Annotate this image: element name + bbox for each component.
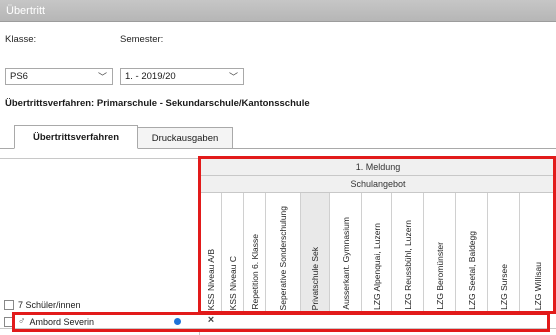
semester-select[interactable]: 1. - 2019/20 ﹀ (120, 68, 244, 85)
select-all-checkbox[interactable] (4, 300, 14, 310)
male-icon: ♂ (18, 316, 26, 327)
semester-label: Semester: (120, 34, 164, 45)
column-header[interactable]: KSS Niveau A/B (200, 193, 222, 314)
column-header[interactable]: Repetition 6. Klasse (244, 193, 266, 314)
procedure-title: Übertrittsverfahren: Primarschule - Seku… (5, 98, 310, 109)
results-grid: 1. Meldung Schulangebot KSS Niveau A/B K… (0, 158, 556, 335)
header-subgroup-schulangebot: Schulangebot (200, 176, 556, 193)
column-header[interactable]: LZG Reussbühl, Luzern (392, 193, 424, 314)
klasse-label: Klasse: (5, 34, 37, 45)
column-header[interactable]: LZG Beromünster (424, 193, 456, 314)
column-header[interactable]: KSS Niveau C (222, 193, 244, 314)
table-row[interactable]: ♂ Ambord Severin × (0, 314, 556, 329)
student-name: Ambord Severin (29, 316, 95, 327)
column-header[interactable]: LZG Alpenquai, Luzern (362, 193, 392, 314)
tab-uebertrittsverfahren[interactable]: Übertrittsverfahren (14, 125, 138, 149)
student-count: 7 Schüler/innen (18, 300, 81, 310)
chevron-down-icon: ﹀ (97, 72, 107, 82)
column-header[interactable]: Seperative Sonderschulung (266, 193, 301, 314)
tab-druckausgaben[interactable]: Druckausgaben (137, 127, 233, 149)
window-title: Übertritt (6, 5, 46, 17)
mark-cell[interactable]: × (200, 314, 222, 329)
klasse-select-value: PS6 (10, 71, 28, 82)
select-all-row: 7 Schüler/innen (4, 300, 81, 310)
column-header[interactable]: Privatschule Sek (301, 193, 330, 314)
student-name-cell: ♂ Ambord Severin (4, 316, 94, 327)
header-group-meldung: 1. Meldung (200, 159, 556, 176)
column-header[interactable]: LZG Sursee (488, 193, 520, 314)
column-header[interactable]: LZG Willisau (520, 193, 556, 314)
klasse-select[interactable]: PS6 ﹀ (5, 68, 113, 85)
row-checkbox[interactable] (4, 316, 14, 327)
status-dot-icon (174, 318, 181, 325)
chevron-down-icon: ﹀ (228, 72, 238, 82)
column-header[interactable]: Ausserkant. Gymnasium (330, 193, 362, 314)
column-header[interactable]: LZG Seetal, Baldegg (456, 193, 488, 314)
column-headers: KSS Niveau A/B KSS Niveau C Repetition 6… (200, 193, 556, 314)
window-title-bar: Übertritt (0, 0, 556, 22)
semester-select-value: 1. - 2019/20 (125, 71, 176, 82)
